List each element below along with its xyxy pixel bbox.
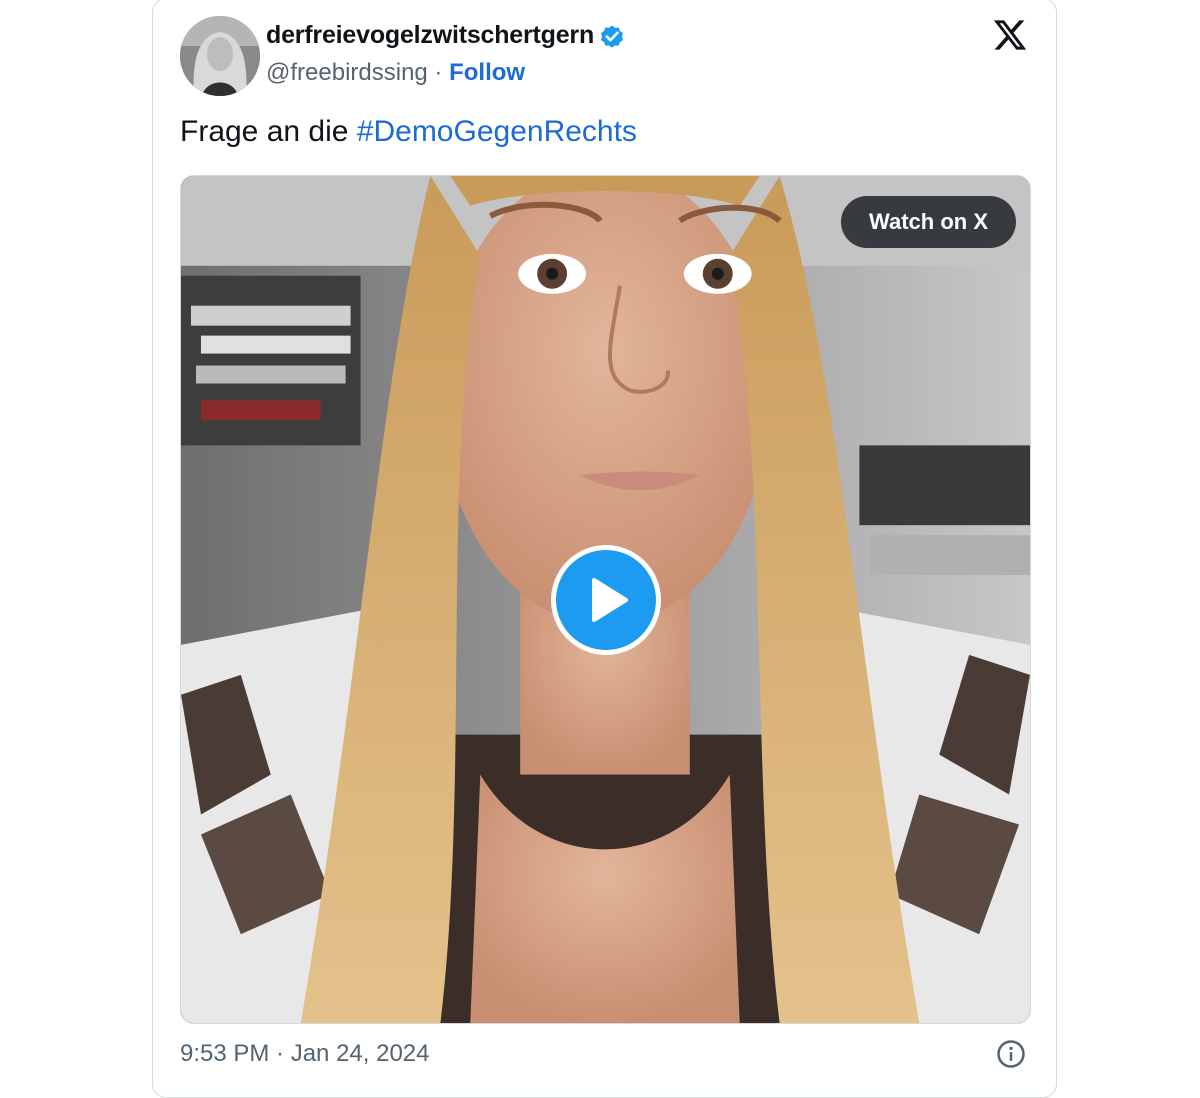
display-name-text[interactable]: derfreievogelzwitschertgern (266, 21, 594, 50)
author-handle[interactable]: @freebirdssing (266, 59, 428, 86)
author-handle-row: @freebirdssing · Follow (266, 59, 525, 87)
tweet-text: Frage an die #DemoGegenRechts (180, 115, 637, 149)
tweet-timestamp[interactable]: 9:53 PM · Jan 24, 2024 (180, 1040, 430, 1068)
handle-separator: · (427, 59, 450, 86)
play-icon (592, 578, 628, 622)
author-display-name[interactable]: derfreievogelzwitschertgern (266, 21, 626, 50)
verified-badge-icon (598, 22, 626, 50)
x-logo-icon[interactable] (992, 17, 1028, 53)
tweet-text-body: Frage an die (180, 115, 357, 148)
avatar[interactable] (180, 16, 260, 96)
tweet-card[interactable]: derfreievogelzwitschertgern @freebirdssi… (152, 0, 1057, 1098)
hashtag-link[interactable]: #DemoGegenRechts (357, 115, 637, 148)
video-thumbnail[interactable]: Watch on X (180, 175, 1031, 1024)
follow-link[interactable]: Follow (449, 59, 525, 86)
info-icon[interactable] (996, 1039, 1026, 1069)
play-button[interactable] (551, 545, 661, 655)
watch-on-x-button[interactable]: Watch on X (841, 196, 1016, 248)
